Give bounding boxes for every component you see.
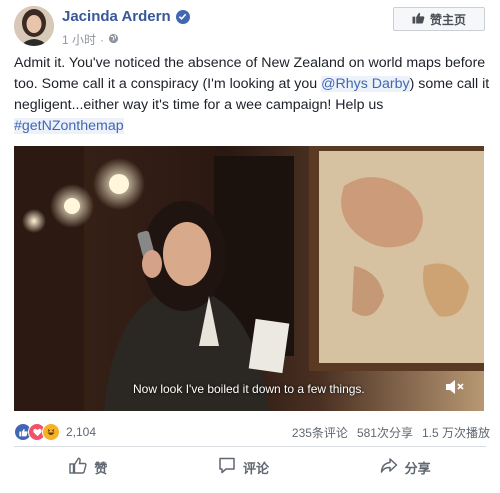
reaction-count: 2,104 bbox=[66, 425, 97, 439]
share-button[interactable]: 分享 bbox=[366, 451, 445, 483]
comment-count[interactable]: 235条评论 bbox=[292, 424, 348, 441]
post-text: Admit it. You've noticed the absence of … bbox=[14, 53, 492, 137]
like-page-button[interactable]: 赞主页 bbox=[393, 7, 485, 31]
divider bbox=[14, 446, 486, 447]
engagement-stats: 235条评论 581次分享 1.5 万次播放 bbox=[292, 424, 490, 441]
like-page-label: 赞主页 bbox=[429, 12, 466, 27]
verified-badge-icon bbox=[175, 9, 190, 24]
post-meta: 1 小时 · bbox=[62, 31, 119, 48]
mention-link[interactable]: @Rhys Darby bbox=[321, 76, 410, 92]
author-avatar[interactable] bbox=[14, 6, 54, 46]
like-label: 赞 bbox=[94, 460, 108, 476]
comment-label: 评论 bbox=[242, 460, 269, 476]
share-label: 分享 bbox=[404, 460, 431, 476]
like-button[interactable]: 赞 bbox=[55, 451, 121, 483]
video-player[interactable]: Now look I've boiled it down to a few th… bbox=[14, 146, 484, 411]
hashtag-link[interactable]: #getNZonthemap bbox=[14, 118, 124, 134]
comment-bubble-icon bbox=[218, 457, 236, 477]
share-arrow-icon bbox=[380, 457, 398, 477]
view-count: 1.5 万次播放 bbox=[421, 426, 490, 440]
thumbs-up-icon bbox=[412, 12, 425, 27]
video-frame-image bbox=[14, 146, 484, 411]
comment-button[interactable]: 评论 bbox=[204, 451, 283, 483]
mute-icon[interactable] bbox=[444, 377, 466, 397]
reactions-summary[interactable]: 2,104 bbox=[14, 423, 96, 441]
post-timestamp[interactable]: 1 小时 bbox=[62, 31, 96, 48]
haha-reaction-icon bbox=[42, 423, 60, 441]
share-count[interactable]: 581次分享 bbox=[357, 424, 413, 441]
globe-icon[interactable] bbox=[108, 33, 119, 47]
video-caption: Now look I've boiled it down to a few th… bbox=[133, 382, 365, 396]
thumbs-up-outline-icon bbox=[69, 457, 87, 477]
action-bar: 赞 评论 分享 bbox=[14, 449, 486, 485]
author-name[interactable]: Jacinda Ardern bbox=[62, 8, 171, 25]
author-name-row: Jacinda Ardern bbox=[62, 8, 190, 25]
